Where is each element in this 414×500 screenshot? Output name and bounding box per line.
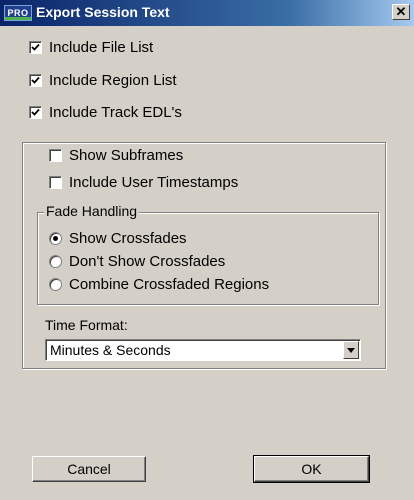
time-format-dropdown[interactable]: Minutes & Seconds [45,339,361,361]
show-subframes-checkbox[interactable] [49,148,62,162]
show-subframes-option[interactable]: Show Subframes [49,146,183,164]
dont-show-crossfades-label: Don't Show Crossfades [69,252,226,270]
combine-crossfaded-regions-label: Combine Crossfaded Regions [69,275,270,293]
close-button[interactable]: ✕ [392,4,410,20]
include-region-list-label: Include Region List [49,71,177,89]
include-user-timestamps-label: Include User Timestamps [69,173,239,191]
combine-crossfaded-regions-radio[interactable] [49,277,62,291]
include-track-edls-option[interactable]: Include Track EDL's [29,103,182,121]
dont-show-crossfades-option[interactable]: Don't Show Crossfades [49,252,225,270]
chevron-down-icon [347,347,355,353]
include-track-edls-label: Include Track EDL's [49,103,182,121]
dont-show-crossfades-radio[interactable] [49,254,62,268]
include-file-list-option[interactable]: Include File List [29,38,153,56]
include-track-edls-checkbox[interactable] [29,105,42,119]
time-format-label: Time Format: [45,317,128,333]
dropdown-arrow-button[interactable] [343,341,359,359]
radio-selected-dot [53,235,58,241]
ok-button[interactable]: OK [253,455,370,483]
include-region-list-option[interactable]: Include Region List [29,71,177,89]
fade-handling-label: Fade Handling [44,203,140,219]
close-icon: ✕ [395,4,407,19]
include-region-list-checkbox[interactable] [29,73,42,87]
combine-crossfaded-regions-option[interactable]: Combine Crossfaded Regions [49,275,269,293]
title-bar: PRO Export Session Text ✕ [0,0,414,26]
include-user-timestamps-checkbox[interactable] [49,175,62,189]
show-crossfades-radio[interactable] [49,231,62,245]
window-title: Export Session Text [36,4,170,20]
show-subframes-label: Show Subframes [69,146,184,164]
include-file-list-label: Include File List [49,38,154,56]
show-crossfades-option[interactable]: Show Crossfades [49,229,187,247]
time-format-value: Minutes & Seconds [50,342,171,358]
show-crossfades-label: Show Crossfades [69,229,187,247]
include-user-timestamps-option[interactable]: Include User Timestamps [49,173,238,191]
cancel-button[interactable]: Cancel [32,456,146,482]
pro-tools-app-icon: PRO [4,5,32,21]
include-file-list-checkbox[interactable] [29,40,42,54]
